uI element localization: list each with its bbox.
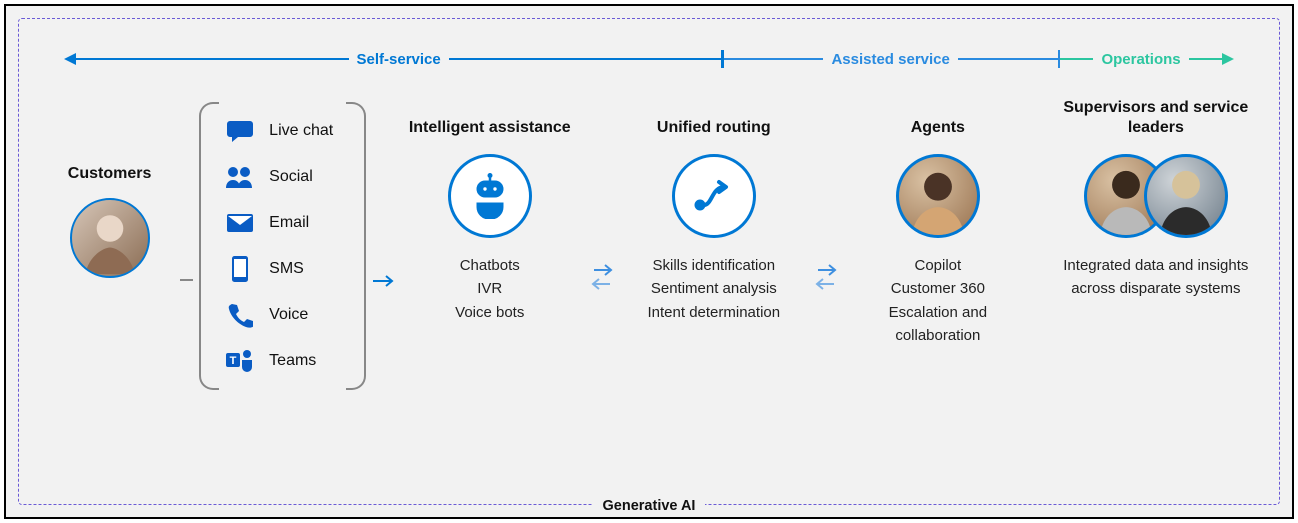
intelligent-assistance-item: Chatbots (460, 254, 520, 277)
channels-column: Live chat Social Email SMS (203, 94, 361, 398)
svg-text:T: T (230, 355, 237, 367)
agents-column: Agents Copilot Customer 360 Escalation a… (852, 94, 1024, 347)
intelligent-assistance-column: Intelligent assistance Chatbots IVR Voic… (404, 94, 576, 324)
supervisors-column: Supervisors and service leaders Integrat… (1063, 94, 1249, 301)
arrow-left-icon (64, 53, 76, 65)
channel-sms: SMS (225, 256, 343, 282)
chat-icon (225, 118, 255, 144)
timeline-assisted-service-label: Assisted service (823, 51, 957, 68)
channel-label: SMS (269, 260, 304, 278)
channel-label: Social (269, 168, 313, 186)
unified-routing-item: Sentiment analysis (651, 277, 777, 300)
channel-label: Live chat (269, 122, 333, 140)
diagram-content: Customers Live chat Social (49, 94, 1249, 464)
bidirectional-arrows-icon (586, 264, 618, 290)
arrow-right-icon (372, 274, 394, 288)
routing-icon (672, 154, 756, 238)
agents-item: Copilot (914, 254, 961, 277)
intelligent-assistance-item: IVR (477, 277, 502, 300)
supervisors-title: Supervisors and service leaders (1063, 94, 1249, 138)
arrow-right-icon (1222, 53, 1234, 65)
sms-icon (225, 256, 255, 282)
bot-icon (448, 154, 532, 238)
supervisor-avatar (1144, 154, 1228, 238)
customers-title: Customers (68, 164, 152, 184)
service-timeline: Self-service Assisted service Operations (64, 47, 1234, 71)
agent-avatar (896, 154, 980, 238)
supervisors-item: Integrated data and insights across disp… (1063, 254, 1249, 301)
supervisor-avatars (1084, 154, 1228, 238)
voice-icon (225, 302, 255, 328)
channel-voice: Voice (225, 302, 343, 328)
generative-ai-region: Self-service Assisted service Operations (18, 18, 1280, 505)
intelligent-assistance-title: Intelligent assistance (409, 94, 571, 138)
timeline-operations-label: Operations (1093, 51, 1188, 68)
email-icon (225, 210, 255, 236)
unified-routing-title: Unified routing (657, 94, 771, 138)
channel-label: Email (269, 214, 309, 232)
unified-routing-item: Intent determination (648, 301, 781, 324)
teams-icon: T (225, 348, 255, 374)
connector-line (180, 279, 193, 281)
generative-ai-label: Generative AI (19, 497, 1279, 515)
channel-teams: T Teams (225, 348, 343, 374)
customers-column: Customers (49, 164, 170, 278)
bidirectional-arrows-icon (810, 264, 842, 290)
agents-title: Agents (911, 94, 965, 138)
timeline-self-service-label: Self-service (349, 51, 449, 68)
channel-social: Social (225, 164, 343, 190)
channel-live-chat: Live chat (225, 118, 343, 144)
intelligent-assistance-item: Voice bots (455, 301, 524, 324)
diagram-frame: Self-service Assisted service Operations (4, 4, 1294, 519)
unified-routing-item: Skills identification (653, 254, 776, 277)
channel-email: Email (225, 210, 343, 236)
agents-item: Escalation and collaboration (852, 301, 1024, 348)
channel-label: Voice (269, 306, 308, 324)
unified-routing-column: Unified routing Skills identification Se… (628, 94, 800, 324)
social-icon (225, 164, 255, 190)
channel-label: Teams (269, 352, 316, 370)
agents-item: Customer 360 (891, 277, 985, 300)
customer-avatar (70, 198, 150, 278)
